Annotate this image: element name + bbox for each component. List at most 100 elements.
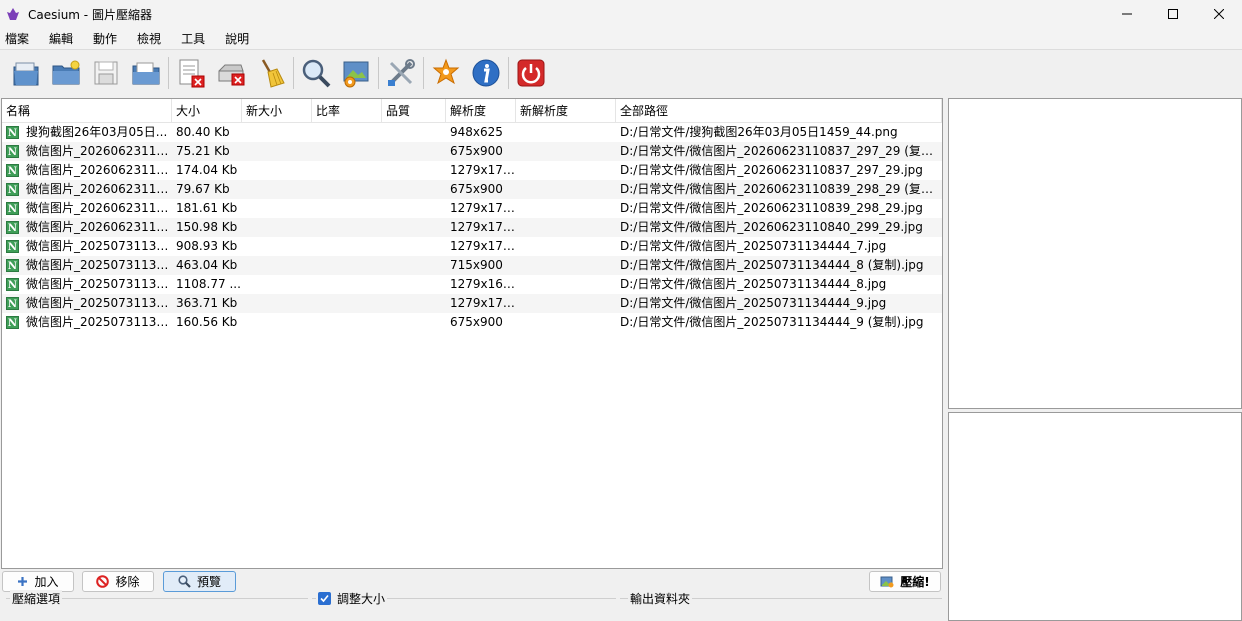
- file-list[interactable]: 名稱 大小 新大小 比率 品質 解析度 新解析度 全部路徑 N 搜狗截图26年03…: [1, 98, 943, 569]
- cell-quality: [382, 123, 446, 142]
- update-button[interactable]: [428, 55, 464, 91]
- cell-size: 150.98 Kb: [176, 220, 238, 234]
- cell-quality: [382, 161, 446, 180]
- cell-size: 160.56 Kb: [176, 315, 238, 329]
- cell-name: N 微信图片_20250731134...: [2, 237, 172, 256]
- cell-new-size: [242, 218, 312, 237]
- plus-icon: [17, 576, 28, 587]
- preview-button-label: 預覽: [196, 575, 221, 589]
- cell-resolution: 1279x1611: [450, 277, 516, 291]
- resize-checkbox-wrapper[interactable]: 調整大小: [316, 590, 388, 607]
- table-row[interactable]: N 微信图片_20260623110... 174.04 Kb 1279x1706 D:…: [2, 161, 942, 180]
- column-new-size[interactable]: 新大小: [242, 99, 312, 123]
- no-entry-icon: [96, 575, 110, 588]
- table-row[interactable]: N 微信图片_20250731134... 908.93 Kb 1279x1706 D:…: [2, 237, 942, 256]
- table-row[interactable]: N 微信图片_20260623110... 79.67 Kb 675x900 D:/日常…: [2, 180, 942, 199]
- cell-ratio: [312, 237, 382, 256]
- add-pictures-button[interactable]: [8, 55, 44, 91]
- clean-button[interactable]: [253, 55, 289, 91]
- add-folder-button[interactable]: [48, 55, 84, 91]
- close-button[interactable]: [1196, 0, 1242, 28]
- remove-items-button[interactable]: [173, 55, 209, 91]
- table-row[interactable]: N 微信图片_20250731134... 160.56 Kb 675x900 D:/日…: [2, 313, 942, 332]
- column-full-path[interactable]: 全部路徑: [616, 99, 942, 123]
- new-file-icon: N: [6, 126, 19, 139]
- compress-button[interactable]: 壓縮!: [869, 571, 941, 592]
- preview-toggle-button[interactable]: 預覽: [163, 571, 236, 592]
- column-name[interactable]: 名稱: [2, 99, 172, 123]
- cell-quality: [382, 237, 446, 256]
- cell-new-size: [242, 199, 312, 218]
- cell-resolution: 948x625: [450, 125, 503, 139]
- table-row[interactable]: N 微信图片_20260623110... 150.98 Kb 1279x1706 D:…: [2, 218, 942, 237]
- close-icon: [1214, 9, 1224, 19]
- cell-quality: [382, 180, 446, 199]
- column-quality[interactable]: 品質: [382, 99, 446, 123]
- cell-ratio: [312, 142, 382, 161]
- menu-tools[interactable]: 工具: [177, 28, 209, 50]
- clear-list-button[interactable]: [213, 55, 249, 91]
- exit-button[interactable]: [513, 55, 549, 91]
- cell-size: 181.61 Kb: [176, 201, 238, 215]
- cell-full-path: D:/日常文件/微信图片_20250731134444_9.jpg: [620, 296, 887, 310]
- file-name: 微信图片_20260623110...: [26, 201, 172, 215]
- image-settings-button[interactable]: [338, 55, 374, 91]
- cell-new-resolution: [516, 199, 616, 218]
- table-row[interactable]: N 微信图片_20260623110... 181.61 Kb 1279x1706 D:…: [2, 199, 942, 218]
- column-ratio[interactable]: 比率: [312, 99, 382, 123]
- new-file-icon: N: [6, 259, 19, 272]
- table-row[interactable]: N 微信图片_20250731134... 363.71 Kb 1279x1706 D:…: [2, 294, 942, 313]
- preview-button[interactable]: [298, 55, 334, 91]
- new-file-icon: N: [6, 164, 19, 177]
- output-folder-label: 輸出資料夾: [628, 590, 693, 607]
- open-list-button[interactable]: [128, 55, 164, 91]
- cell-quality: [382, 294, 446, 313]
- cell-size: 1108.77 ...: [176, 277, 241, 291]
- image-settings-icon: [343, 61, 369, 88]
- add-button[interactable]: 加入: [2, 571, 74, 592]
- table-row[interactable]: N 搜狗截图26年03月05日... 80.40 Kb 948x625 D:/日常文件/…: [2, 123, 942, 142]
- power-exit-icon: [517, 59, 545, 87]
- menu-file[interactable]: 檔案: [1, 28, 33, 50]
- save-list-button[interactable]: [88, 55, 124, 91]
- table-row[interactable]: N 微信图片_20250731134... 1108.77 ... 1279x1611…: [2, 275, 942, 294]
- cell-new-size: [242, 123, 312, 142]
- info-button[interactable]: [468, 55, 504, 91]
- cell-ratio: [312, 161, 382, 180]
- compress-icon: [880, 575, 894, 588]
- cell-name: N 微信图片_20260623110...: [2, 161, 172, 180]
- column-size[interactable]: 大小: [172, 99, 242, 123]
- action-bar: 加入 移除 預覽 壓縮!: [0, 570, 946, 594]
- file-name: 微信图片_20260623110...: [26, 163, 172, 177]
- cell-resolution: 675x900: [450, 144, 503, 158]
- cell-ratio: [312, 313, 382, 332]
- maximize-button[interactable]: [1150, 0, 1196, 28]
- resize-checkbox[interactable]: [318, 592, 331, 605]
- compression-options-group: 壓縮選項: [6, 590, 308, 621]
- column-new-resolution[interactable]: 新解析度: [516, 99, 616, 123]
- table-row[interactable]: N 微信图片_20260623110... 75.21 Kb 675x900 D:/日常…: [2, 142, 942, 161]
- cell-full-path: D:/日常文件/微信图片_20260623110837_297_29 (复制).…: [620, 144, 942, 158]
- remove-button[interactable]: 移除: [82, 571, 154, 592]
- settings-button[interactable]: [383, 55, 419, 91]
- file-name: 微信图片_20250731134...: [26, 239, 172, 253]
- cell-ratio: [312, 218, 382, 237]
- minimize-button[interactable]: [1104, 0, 1150, 28]
- menu-help[interactable]: 說明: [221, 28, 253, 50]
- file-name: 搜狗截图26年03月05日...: [26, 125, 168, 139]
- menu-edit[interactable]: 編輯: [45, 28, 77, 50]
- column-resolution[interactable]: 解析度: [446, 99, 516, 123]
- toolbar-separator: [168, 57, 169, 89]
- cell-quality: [382, 256, 446, 275]
- cell-resolution: 1279x1706: [450, 220, 516, 234]
- menu-action[interactable]: 動作: [89, 28, 121, 50]
- open-list-icon: [132, 62, 160, 85]
- table-row[interactable]: N 微信图片_20250731134... 463.04 Kb 715x900 D:/日…: [2, 256, 942, 275]
- preview-magnifier-icon: [302, 59, 331, 88]
- cell-name: N 微信图片_20260623110...: [2, 218, 172, 237]
- menu-view[interactable]: 檢視: [133, 28, 165, 50]
- info-icon: [472, 59, 500, 87]
- cell-quality: [382, 142, 446, 161]
- list-header: 名稱 大小 新大小 比率 品質 解析度 新解析度 全部路徑: [2, 99, 942, 123]
- cell-new-resolution: [516, 237, 616, 256]
